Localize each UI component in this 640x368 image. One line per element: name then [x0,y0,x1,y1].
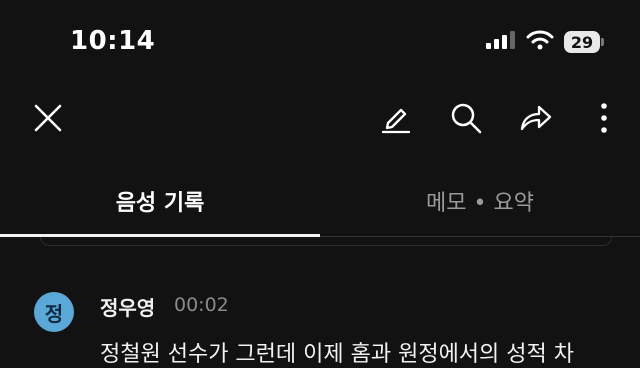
speaker-avatar[interactable]: 정 [34,292,74,332]
wifi-icon [526,30,554,54]
battery-icon: 29 [564,31,604,53]
close-button[interactable] [26,92,70,148]
content-panel-edge [40,237,612,246]
status-bar: 10:14 29 [0,0,640,80]
signal-icon [486,30,516,54]
tab-memo-summary[interactable]: 메모 • 요약 [320,168,640,234]
toolbar [0,92,640,148]
battery-level: 29 [570,32,594,52]
search-icon [449,101,483,139]
edit-button[interactable] [374,92,418,148]
status-time: 10:14 [70,26,156,56]
entry-timestamp[interactable]: 00:02 [174,294,229,316]
speaker-name: 정우영 [100,296,156,320]
transcript-text: 정철원 선수가 그런데 이제 홈과 원정에서의 성적 차 [100,342,574,367]
edit-icon [379,101,413,139]
tab-voice-record[interactable]: 음성 기록 [0,168,320,234]
share-button[interactable] [514,92,558,148]
status-icons: 29 [486,30,604,54]
search-button[interactable] [444,92,488,148]
more-button[interactable] [582,92,626,148]
share-icon [518,101,554,139]
close-icon [33,103,63,137]
more-vertical-icon [599,101,609,139]
transcript-entry[interactable]: 정 정우영 00:02 정철원 선수가 그런데 이제 홈과 원정에서의 성적 차 [0,280,640,367]
tab-bar: 음성 기록 메모 • 요약 [0,168,640,238]
